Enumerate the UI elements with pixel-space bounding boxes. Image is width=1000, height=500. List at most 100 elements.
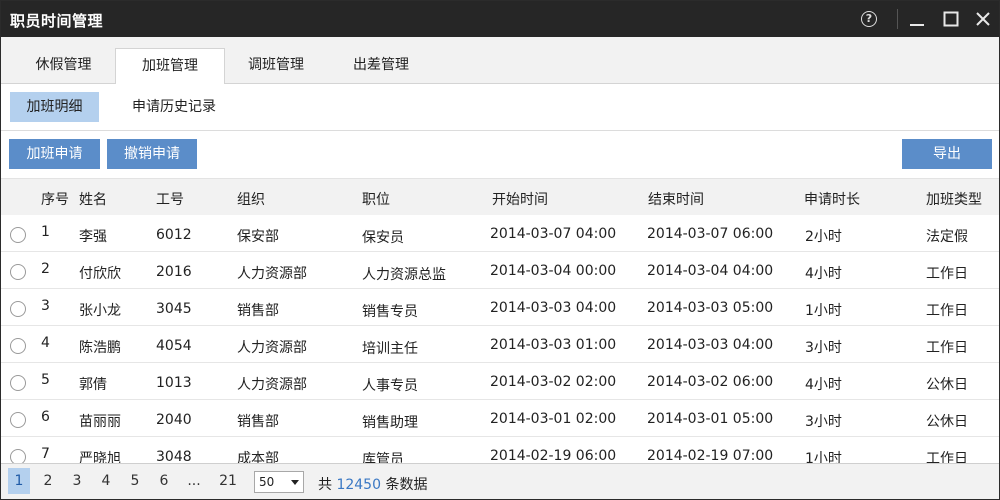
row-select-radio[interactable] <box>10 449 26 463</box>
tab-overtime[interactable]: 加班管理 <box>115 48 225 85</box>
cell-end: 2014-02-19 07:00 <box>647 448 774 463</box>
page-link-1[interactable]: 1 <box>8 468 30 494</box>
page-link-4[interactable]: 4 <box>95 468 117 494</box>
cell-name: 严晓旭 <box>79 451 121 463</box>
cell-id: 2016 <box>156 264 192 280</box>
cancel-application-button[interactable]: 撤销申请 <box>107 139 197 169</box>
total-count: 12450 <box>336 477 381 493</box>
tab-shift[interactable]: 调班管理 <box>224 48 328 84</box>
cell-name: 苗丽丽 <box>79 414 121 430</box>
cell-org: 人力资源部 <box>237 377 307 393</box>
cell-org: 成本部 <box>237 451 279 463</box>
column-header-org[interactable]: 组织 <box>237 189 265 209</box>
cell-name: 李强 <box>79 229 107 245</box>
column-header-duration[interactable]: 申请时长 <box>804 189 860 209</box>
cell-type: 公休日 <box>926 377 968 393</box>
column-header-id[interactable]: 工号 <box>156 189 184 209</box>
cell-duration: 1小时 <box>805 303 842 319</box>
cell-id: 2040 <box>156 412 192 428</box>
cell-position: 人力资源总监 <box>362 267 446 283</box>
titlebar-divider <box>897 9 898 29</box>
column-header-start[interactable]: 开始时间 <box>492 189 548 209</box>
subtab-history[interactable]: 申请历史记录 <box>116 92 232 122</box>
table-row[interactable]: 7 严晓旭 3048 成本部 库管员 2014-02-19 06:00 2014… <box>1 437 999 463</box>
sub-tabs: 加班明细 申请历史记录 <box>1 84 999 131</box>
close-button[interactable] <box>966 1 999 37</box>
row-select-radio[interactable] <box>10 412 26 428</box>
cell-id: 3048 <box>156 449 192 463</box>
row-select-radio[interactable] <box>10 227 26 243</box>
cell-position: 人事专员 <box>362 378 418 394</box>
cell-duration: 4小时 <box>805 377 842 393</box>
total-suffix: 条数据 <box>385 477 428 493</box>
cell-id: 3045 <box>156 301 192 317</box>
table-body: 1 李强 6012 保安部 保安员 2014-03-07 04:00 2014-… <box>1 215 999 463</box>
help-button[interactable]: ? <box>852 1 886 37</box>
help-icon: ? <box>861 11 877 27</box>
page-link-last[interactable]: 21 <box>214 468 242 494</box>
cell-no: 1 <box>41 224 50 240</box>
cell-duration: 3小时 <box>805 414 842 430</box>
cell-end: 2014-03-03 04:00 <box>647 337 774 353</box>
row-select-radio[interactable] <box>10 375 26 391</box>
cell-position: 库管员 <box>362 452 404 463</box>
column-header-position[interactable]: 职位 <box>362 189 390 209</box>
cell-name: 陈浩鹏 <box>79 340 121 356</box>
cell-duration: 4小时 <box>805 266 842 282</box>
dropdown-arrow-icon <box>291 480 299 485</box>
cell-no: 6 <box>41 409 50 425</box>
maximize-button[interactable] <box>934 1 968 37</box>
cell-start: 2014-02-19 06:00 <box>490 448 617 463</box>
row-select-radio[interactable] <box>10 264 26 280</box>
cell-start: 2014-03-02 02:00 <box>490 374 617 390</box>
column-header-no[interactable]: 序号 <box>41 189 69 209</box>
table-row[interactable]: 1 李强 6012 保安部 保安员 2014-03-07 04:00 2014-… <box>1 215 999 252</box>
app-window: 职员时间管理 ? 休假管理 加班管理 调班管理 出差管理 加班明细 申请历史记录… <box>0 0 1000 500</box>
table-row[interactable]: 5 郭倩 1013 人力资源部 人事专员 2014-03-02 02:00 20… <box>1 363 999 400</box>
cell-type: 工作日 <box>926 451 968 463</box>
page-link-5[interactable]: 5 <box>124 468 146 494</box>
page-size-select[interactable]: 50 <box>254 471 304 493</box>
table-row[interactable]: 4 陈浩鹏 4054 人力资源部 培训主任 2014-03-03 01:00 2… <box>1 326 999 363</box>
cell-position: 培训主任 <box>362 341 418 357</box>
cell-start: 2014-03-03 04:00 <box>490 300 617 316</box>
cell-duration: 1小时 <box>805 451 842 463</box>
table-row[interactable]: 3 张小龙 3045 销售部 销售专员 2014-03-03 04:00 201… <box>1 289 999 326</box>
subtab-overtime-detail[interactable]: 加班明细 <box>10 92 99 122</box>
column-header-end[interactable]: 结束时间 <box>648 189 704 209</box>
cell-duration: 2小时 <box>805 229 842 245</box>
table-row[interactable]: 6 苗丽丽 2040 销售部 销售助理 2014-03-01 02:00 201… <box>1 400 999 437</box>
cell-type: 工作日 <box>926 303 968 319</box>
main-tabs: 休假管理 加班管理 调班管理 出差管理 <box>1 37 999 85</box>
export-button[interactable]: 导出 <box>902 139 992 169</box>
cell-end: 2014-03-07 06:00 <box>647 226 774 242</box>
column-header-name[interactable]: 姓名 <box>79 189 107 209</box>
page-link-6[interactable]: 6 <box>153 468 175 494</box>
tab-leave[interactable]: 休假管理 <box>11 48 116 84</box>
page-size-value: 50 <box>259 475 275 489</box>
cell-org: 保安部 <box>237 229 279 245</box>
cell-start: 2014-03-03 01:00 <box>490 337 617 353</box>
cell-position: 销售专员 <box>362 304 418 320</box>
minimize-button[interactable] <box>900 1 934 37</box>
tab-business-trip[interactable]: 出差管理 <box>328 48 434 84</box>
row-select-radio[interactable] <box>10 301 26 317</box>
row-select-radio[interactable] <box>10 338 26 354</box>
page-link-3[interactable]: 3 <box>66 468 88 494</box>
pagination-bar: 1 2 3 4 5 6 ... 21 50 共 12450 条数据 <box>1 463 999 499</box>
cell-type: 公休日 <box>926 414 968 430</box>
cell-no: 5 <box>41 372 50 388</box>
apply-overtime-button[interactable]: 加班申请 <box>9 139 100 169</box>
page-ellipsis: ... <box>187 473 201 489</box>
cell-org: 销售部 <box>237 414 279 430</box>
cell-org: 人力资源部 <box>237 340 307 356</box>
cell-position: 保安员 <box>362 230 404 246</box>
cell-org: 销售部 <box>237 303 279 319</box>
cell-duration: 3小时 <box>805 340 842 356</box>
column-header-type[interactable]: 加班类型 <box>926 189 982 209</box>
total-prefix: 共 <box>318 477 332 493</box>
cell-end: 2014-03-01 05:00 <box>647 411 774 427</box>
cell-start: 2014-03-04 00:00 <box>490 263 617 279</box>
table-row[interactable]: 2 付欣欣 2016 人力资源部 人力资源总监 2014-03-04 00:00… <box>1 252 999 289</box>
page-link-2[interactable]: 2 <box>37 468 59 494</box>
